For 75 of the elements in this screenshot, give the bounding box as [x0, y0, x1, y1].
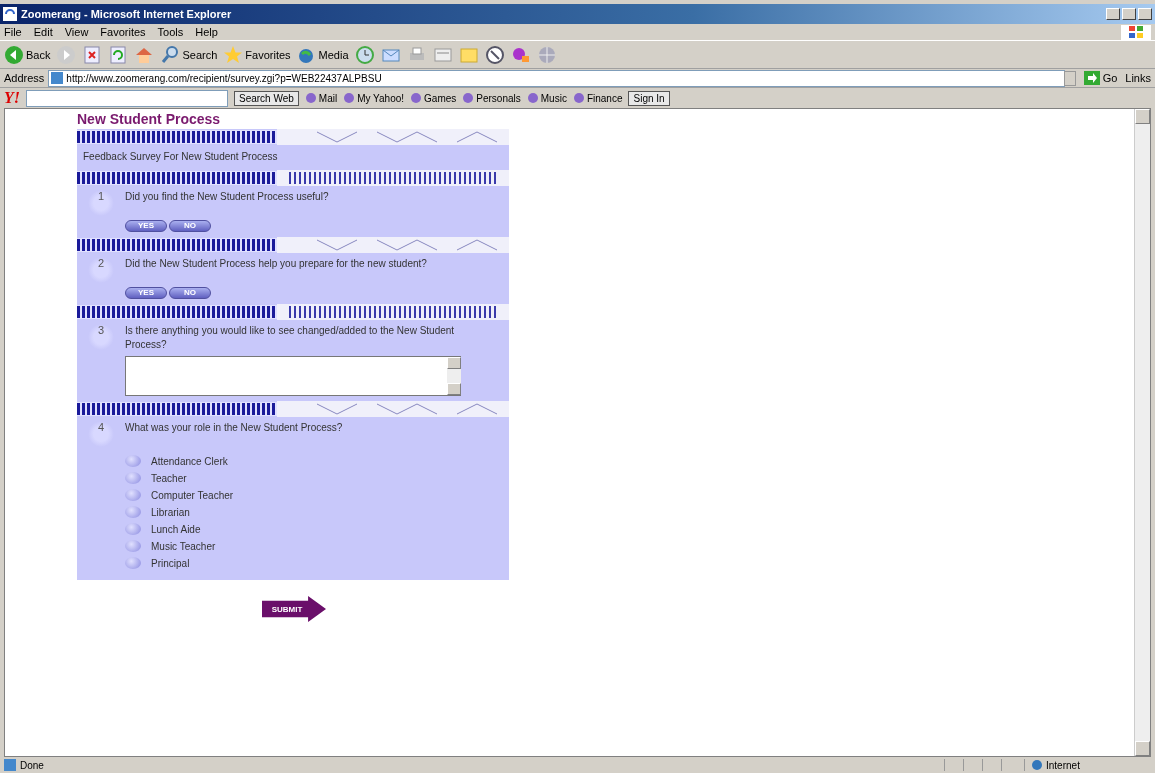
page-icon [51, 72, 64, 84]
toolbar-link[interactable]: Games [410, 92, 457, 104]
toolbar-button[interactable]: Media [296, 44, 349, 65]
toolbar-link[interactable]: My Yahoo! [343, 92, 405, 104]
page-icon [4, 759, 16, 771]
toolbar-button[interactable]: Back [4, 44, 51, 65]
toolbar-link[interactable]: Music [526, 92, 567, 104]
survey-title: New Student Process [77, 111, 222, 127]
radio-button[interactable] [125, 523, 141, 535]
option-label: Music Teacher [151, 540, 216, 552]
radio-button[interactable] [125, 455, 141, 467]
question-text: What was your role in the New Student Process? [125, 421, 344, 435]
globe-icon [1031, 759, 1043, 771]
radio-button[interactable] [125, 557, 141, 569]
radio-button[interactable] [125, 540, 141, 552]
dot-icon [572, 92, 585, 104]
radio-button[interactable] [125, 489, 141, 501]
refresh-icon [108, 44, 129, 65]
comment-field[interactable] [125, 356, 461, 396]
menu-item[interactable]: Help [195, 26, 218, 38]
dot-icon [462, 92, 475, 104]
links-label[interactable]: Links [1125, 72, 1151, 84]
menu-item[interactable]: Edit [33, 26, 53, 38]
go-button[interactable]: Go [1079, 71, 1122, 85]
option-label: Librarian [151, 506, 190, 518]
star-icon [223, 44, 244, 65]
question-number: 4 [88, 421, 114, 447]
radio-button[interactable] [125, 506, 141, 518]
toolbar-link[interactable]: Mail [304, 92, 338, 104]
window-title: Zoomerang - Microsoft Internet Explorer [21, 8, 232, 20]
option-label: Attendance Clerk [151, 455, 228, 467]
toolbar-button[interactable]: Search [160, 44, 218, 65]
scrollbar[interactable] [1134, 109, 1150, 756]
toolbar-button[interactable] [82, 44, 103, 65]
stop-icon [82, 44, 103, 65]
toolbar-link[interactable]: Finance [572, 92, 623, 104]
dot-icon [410, 92, 423, 104]
globe-icon [536, 44, 557, 65]
browser-icon [3, 7, 17, 21]
toolbar-button[interactable]: Favorites [223, 44, 291, 65]
submit-button[interactable]: SUBMIT [262, 596, 326, 622]
radio-button[interactable] [125, 472, 141, 484]
question-text: Did the New Student Process help you prepare for the new student? [125, 257, 428, 271]
dot-icon [304, 92, 317, 104]
toolbar-link[interactable]: Personals [462, 92, 521, 104]
no-sign-icon [484, 44, 505, 65]
question-text: Is there anything you would like to see changed/added to the New Student Process? [125, 324, 456, 352]
sign-in-button[interactable]: Sign In [628, 90, 670, 106]
menu-item[interactable]: Favorites [100, 26, 146, 38]
question-number: 3 [88, 324, 114, 350]
option-label: Computer Teacher [151, 489, 234, 501]
menu-item[interactable]: View [64, 26, 89, 38]
dot-icon [526, 92, 539, 104]
question-number: 2 [88, 257, 114, 283]
option-label: Lunch Aide [151, 523, 201, 535]
minimize-button[interactable] [1106, 8, 1120, 20]
dot-icon [343, 92, 356, 104]
search-icon [160, 44, 181, 65]
menu-item[interactable]: File [4, 26, 22, 38]
search-button[interactable]: Search Web [234, 90, 299, 106]
close-button[interactable] [1138, 8, 1152, 20]
maximize-button[interactable] [1122, 8, 1136, 20]
menu-item[interactable]: Tools [157, 26, 184, 38]
question-text: Did you find the New Student Process useful? [125, 190, 330, 204]
toolbar-button[interactable] [484, 44, 505, 65]
address-field[interactable]: http://www.zoomerang.com/recipient/survey.zgi?p=WEB22437ALPBSU [48, 69, 1065, 87]
question-number: 1 [88, 190, 114, 216]
status-text: Done [20, 759, 44, 771]
clock-icon [354, 44, 375, 65]
address-label: Address [4, 72, 45, 84]
search-field[interactable] [26, 89, 228, 107]
option-label: Principal [151, 557, 190, 569]
survey-intro: Feedback Survey For New Student Process [82, 150, 279, 164]
option-label: Teacher [151, 472, 187, 484]
zone-text: Internet [1046, 759, 1080, 771]
